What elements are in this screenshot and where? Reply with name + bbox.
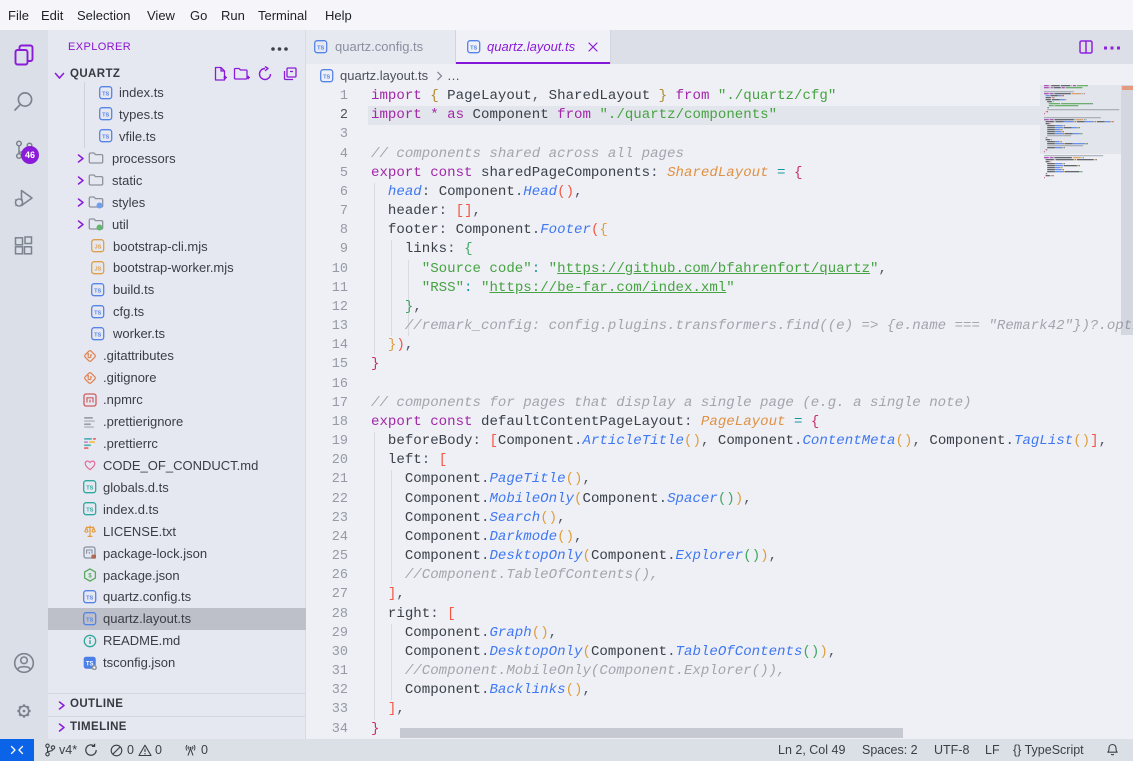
- svg-text:TS: TS: [86, 486, 93, 492]
- svg-text:TS: TS: [94, 332, 101, 338]
- svg-text:TS: TS: [470, 46, 477, 52]
- svg-text:TS: TS: [102, 113, 109, 119]
- svg-text:TS: TS: [94, 288, 101, 294]
- svg-text:JS: JS: [94, 245, 101, 251]
- svg-text:TS: TS: [102, 91, 109, 97]
- svg-text:JS: JS: [94, 266, 101, 272]
- svg-text:TS: TS: [86, 595, 93, 601]
- svg-text:TS: TS: [317, 46, 324, 52]
- svg-text:TS: TS: [323, 75, 330, 81]
- svg-text:TS: TS: [86, 617, 93, 623]
- svg-text:TS: TS: [102, 135, 109, 141]
- svg-text:TS: TS: [94, 310, 101, 316]
- svg-text:TS: TS: [86, 508, 93, 514]
- svg-text:$: $: [88, 573, 92, 579]
